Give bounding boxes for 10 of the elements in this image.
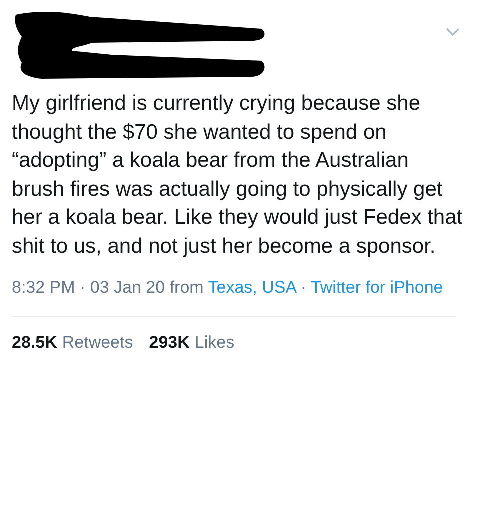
stat-label[interactable]: Retweets xyxy=(62,333,134,353)
separator-dot: · xyxy=(300,278,307,297)
chevron-down-icon[interactable] xyxy=(446,28,460,36)
stat-label[interactable]: Likes xyxy=(194,333,235,353)
source-link[interactable]: Twitter for iPhone xyxy=(310,278,444,297)
stat-count: 28.5K xyxy=(12,333,58,353)
stat-count: 293K xyxy=(149,333,190,353)
location-link[interactable]: Texas, USA xyxy=(208,278,296,297)
tweet-text: My girlfriend is currently crying because she thought the $70 she wanted to spend on “adopting” a koala bear from the Australian brush fires was actually going to physically get her a koala bear. Like they would just Fedex that shit to us, and not just her become a sponsor. xyxy=(12,91,464,260)
tweet-timestamp: 8:32 PM · 03 Jan 20 from xyxy=(12,278,204,297)
